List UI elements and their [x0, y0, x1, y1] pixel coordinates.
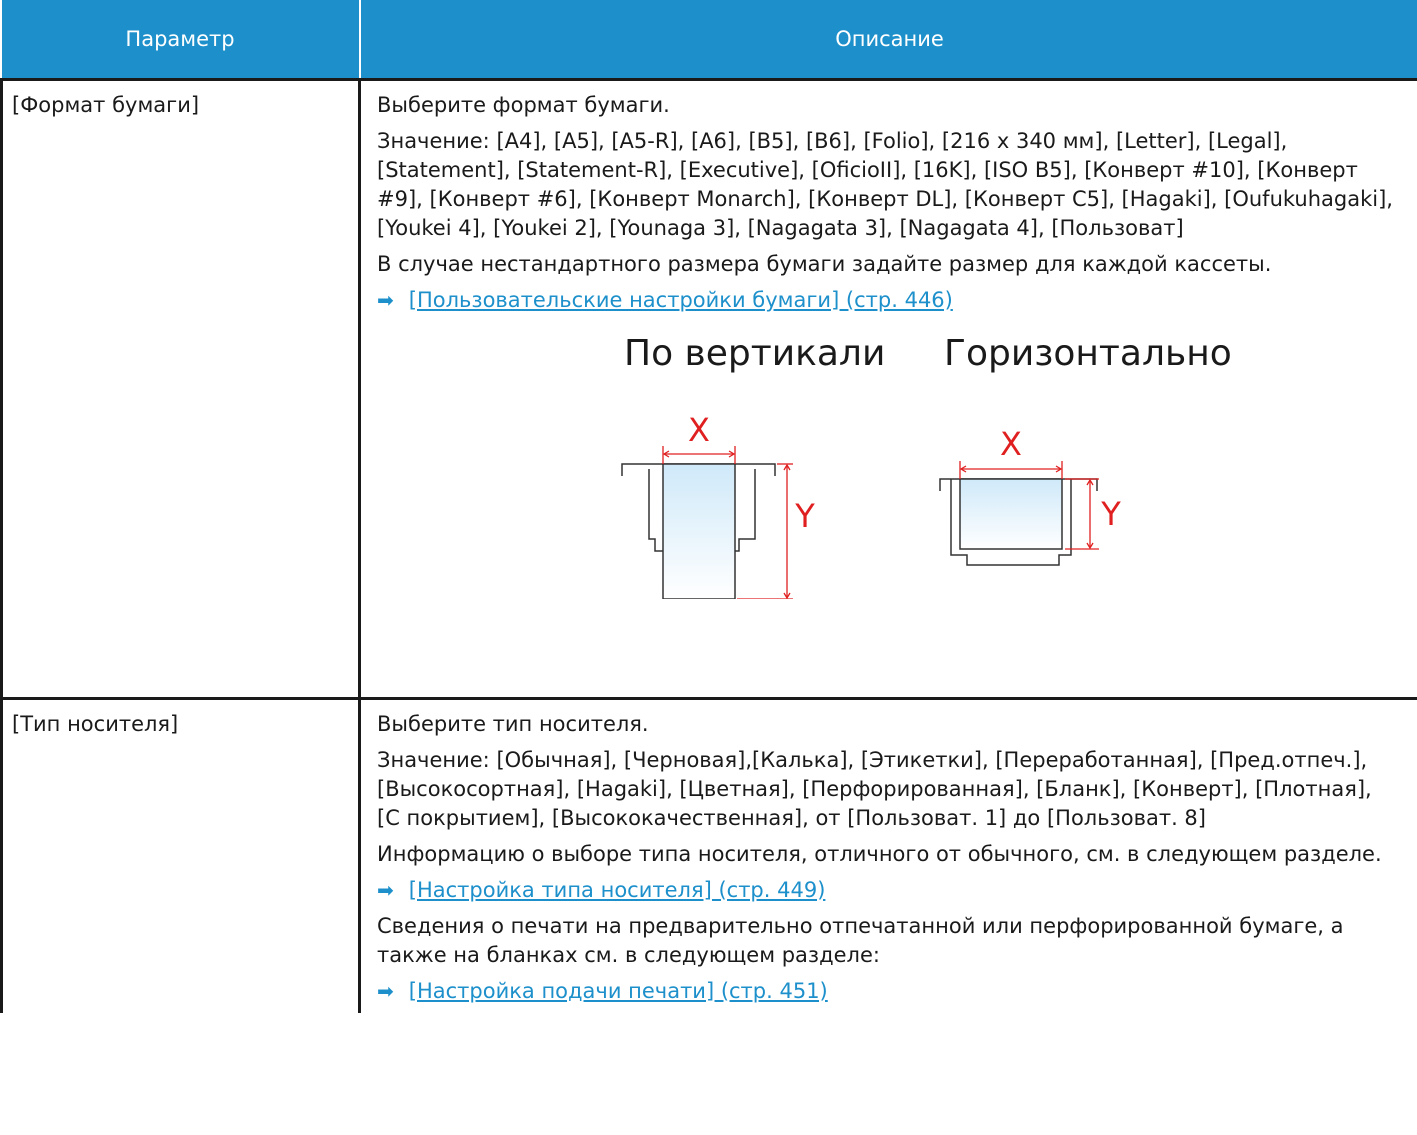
media-type-settings-link[interactable]: [Настройка типа носителя] (стр. 449)	[409, 876, 826, 905]
x-dimension-label-landscape: X	[1000, 425, 1022, 463]
arrow-right-icon: ➡	[377, 288, 394, 312]
table-row: [Формат бумаги] Выберите формат бумаги. …	[0, 78, 1417, 700]
param-name-media-type: [Тип носителя]	[0, 697, 361, 1013]
print-feed-settings-link[interactable]: [Настройка подачи печати] (стр. 451)	[409, 977, 828, 1006]
param-desc-media-type: Выберите тип носителя. Значение: [Обычна…	[358, 697, 1417, 1013]
link-row: ➡ [Настройка типа носителя] (стр. 449)	[377, 876, 1399, 905]
table-header-row: Параметр Описание	[1, 0, 1417, 80]
vertical-orientation-label: По вертикали	[624, 333, 886, 374]
param-name-paper-size: [Формат бумаги]	[0, 78, 361, 700]
landscape-y-dimension	[1065, 478, 1099, 550]
desc-text: Информацию о выборе типа носителя, отлич…	[377, 842, 1382, 866]
paper-orientation-diagram: X Y X Y	[621, 411, 1121, 599]
desc-text: Выберите тип носителя.	[377, 712, 649, 736]
landscape-x-dimension	[959, 461, 1063, 479]
horizontal-orientation-label: Горизонтально	[944, 333, 1232, 374]
x-dimension-label-portrait: X	[688, 411, 710, 449]
y-dimension-label-landscape: Y	[1100, 495, 1121, 533]
arrow-right-icon: ➡	[377, 979, 394, 1003]
arrow-right-icon: ➡	[377, 878, 394, 902]
desc-text: Выберите формат бумаги.	[377, 93, 670, 117]
portrait-tray-icon	[621, 463, 776, 599]
portrait-y-dimension	[737, 463, 793, 599]
header-description: Описание	[358, 0, 1417, 80]
link-row: ➡ [Настройка подачи печати] (стр. 451)	[377, 977, 1399, 1006]
values-list: Значение: [A4], [A5], [A5-R], [A6], [B5]…	[377, 129, 1393, 240]
link-row: ➡ [Пользовательские настройки бумаги] (с…	[377, 286, 1399, 315]
table-row: [Тип носителя] Выберите тип носителя. Зн…	[0, 697, 1417, 1013]
custom-paper-settings-link[interactable]: [Пользовательские настройки бумаги] (стр…	[409, 286, 953, 315]
paper-orientation-figure: По вертикали Горизонтально X Y X Y	[377, 333, 1357, 599]
settings-table: Параметр Описание [Формат бумаги] Выбери…	[0, 0, 1417, 1013]
desc-text: Сведения о печати на предварительно отпе…	[377, 914, 1344, 967]
landscape-tray-icon	[939, 478, 1098, 566]
desc-text: В случае нестандартного размера бумаги з…	[377, 252, 1272, 276]
param-desc-paper-size: Выберите формат бумаги. Значение: [A4], …	[358, 78, 1417, 700]
values-list: Значение: [Обычная], [Черновая],[Калька]…	[377, 748, 1372, 830]
y-dimension-label-portrait: Y	[794, 497, 815, 535]
header-parameter: Параметр	[1, 0, 360, 80]
